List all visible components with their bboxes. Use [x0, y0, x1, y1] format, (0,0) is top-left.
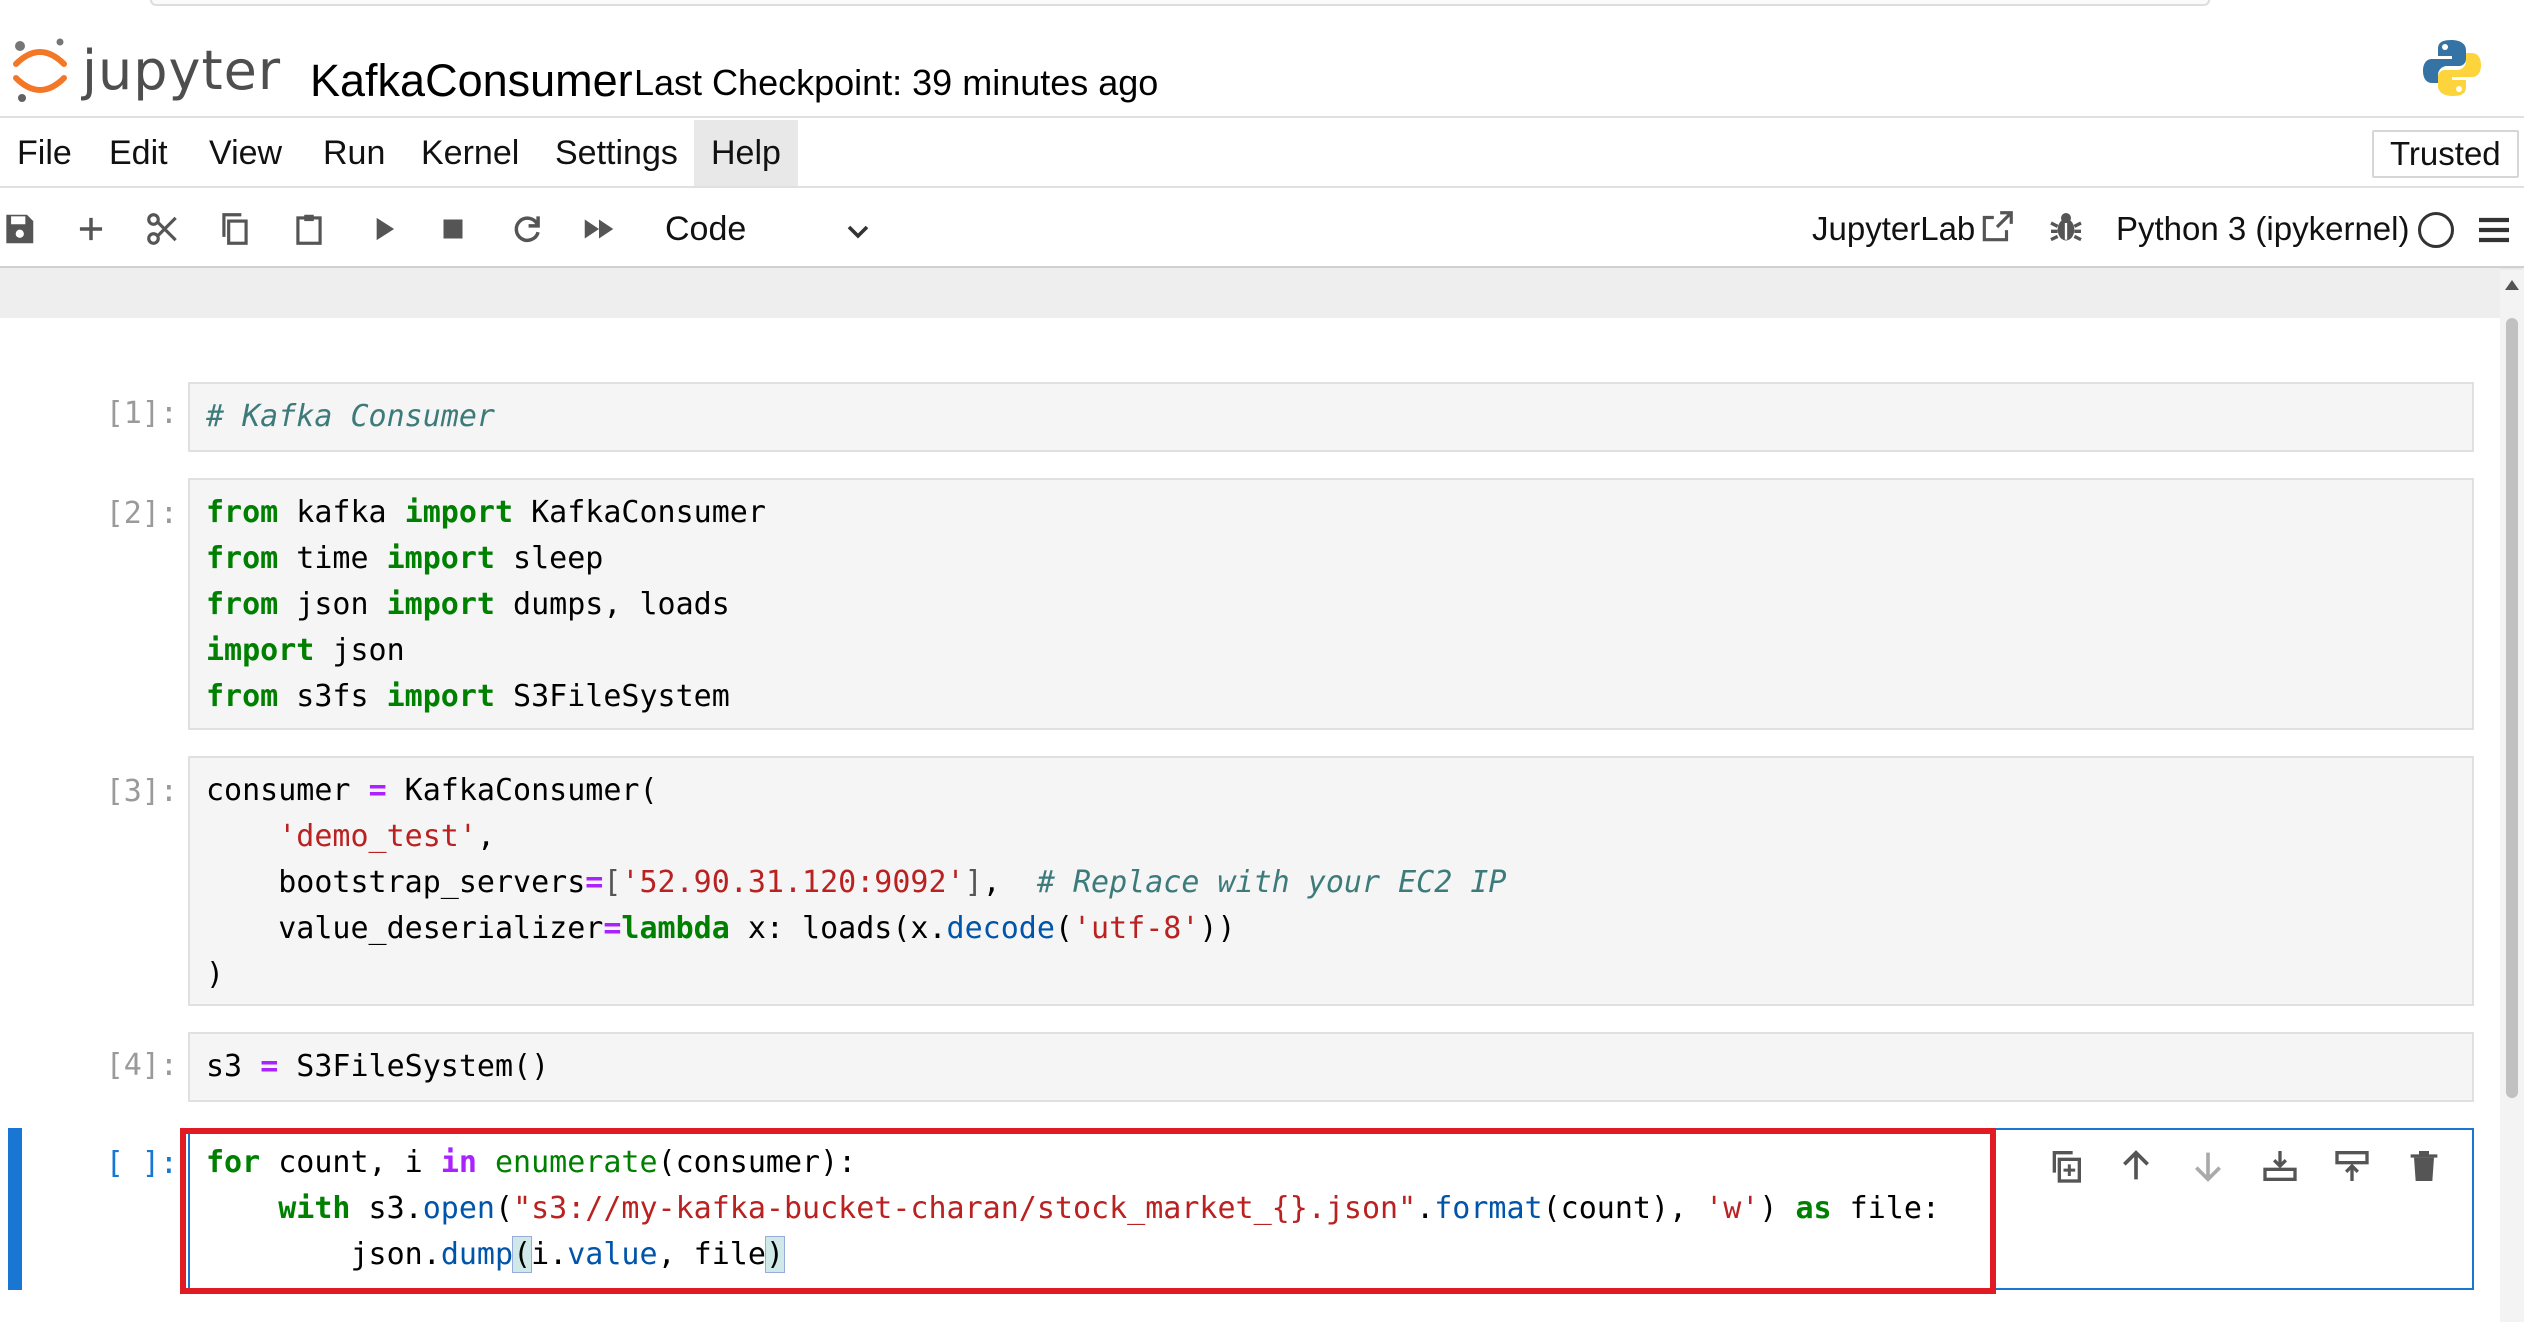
cell-prompt: [1]: [105, 396, 178, 431]
add-cell-icon [79, 217, 103, 241]
code-line: from time import sleep [206, 541, 604, 576]
notebook-top-band [0, 268, 2500, 318]
duplicate-cell-button[interactable] [2040, 1140, 2092, 1192]
run-icon [376, 217, 395, 241]
save-button[interactable] [0, 206, 42, 252]
kernel-status-idle-icon [2418, 212, 2454, 248]
code-line: 'demo_test', [278, 819, 495, 854]
code-line: from kafka import KafkaConsumer [206, 495, 766, 530]
run-button[interactable] [360, 206, 406, 252]
delete-cell-icon [2410, 1151, 2438, 1181]
chevron-down-icon [847, 225, 869, 239]
notebook-toolbar: Code JupyterLab Python 3 (ipykernel) [0, 190, 2524, 268]
cell-toolbar [2040, 1136, 2460, 1196]
restart-run-all-button[interactable] [576, 206, 622, 252]
jupyter-logo-text: jupyter [82, 38, 282, 102]
trusted-indicator[interactable]: Trusted [2372, 130, 2519, 178]
code-line: s3 = S3FileSystem() [206, 1049, 550, 1084]
stop-button[interactable] [430, 206, 476, 252]
last-checkpoint: Last Checkpoint: 39 minutes ago [634, 62, 1159, 103]
fast-forward-icon [584, 219, 614, 239]
paste-icon [296, 214, 322, 245]
menu-bar: File Edit View Run Kernel Settings Help … [0, 120, 2524, 188]
move-down-button[interactable] [2182, 1140, 2234, 1192]
code-line: from s3fs import S3FileSystem [206, 679, 730, 714]
paste-button[interactable] [286, 206, 332, 252]
duplicate-cell-icon [2052, 1151, 2081, 1183]
cell-prompt: [2]: [105, 496, 178, 531]
menu-kernel[interactable]: Kernel [404, 120, 536, 186]
cell-editor[interactable]: consumer = KafkaConsumer( 'demo_test', b… [188, 756, 2474, 1006]
insert-above-button[interactable] [2326, 1140, 2378, 1192]
move-up-icon [2123, 1150, 2149, 1180]
cell-editor[interactable]: from kafka import KafkaConsumer from tim… [188, 478, 2474, 730]
code-line: import json [206, 633, 405, 668]
move-down-icon [2195, 1152, 2221, 1182]
browser-top-strip [0, 0, 2524, 14]
notebook-title[interactable]: KafkaConsumer [310, 36, 633, 126]
code-line: # Kafka Consumer [206, 399, 495, 434]
code-line: ) [206, 957, 225, 992]
insert-above-icon [2335, 1151, 2369, 1181]
menu-settings[interactable]: Settings [538, 120, 695, 186]
copy-button[interactable] [212, 206, 258, 252]
restart-button[interactable] [504, 206, 550, 252]
delete-cell-button[interactable] [2398, 1140, 2450, 1192]
debugger-bug-icon[interactable] [2046, 208, 2086, 248]
code-line: json.dump(i.value, file) [206, 1236, 786, 1273]
cell-prompt: [ ]: [105, 1146, 178, 1181]
jupyter-logo-icon [13, 38, 67, 102]
insert-below-icon [2263, 1151, 2297, 1181]
move-up-button[interactable] [2110, 1140, 2162, 1192]
menu-run[interactable]: Run [306, 120, 402, 186]
code-line: from json import dumps, loads [206, 587, 730, 622]
cell-prompt: [3]: [105, 774, 178, 809]
copy-icon [222, 213, 248, 245]
menu-file[interactable]: File [0, 120, 89, 186]
external-link-icon[interactable] [1978, 208, 2016, 246]
code-line: bootstrap_servers=['52.90.31.120:9092'],… [206, 865, 1507, 900]
kernel-name[interactable]: Python 3 (ipykernel) [2116, 196, 2409, 262]
code-line: consumer = KafkaConsumer( [206, 773, 658, 808]
insert-below-button[interactable] [2254, 1140, 2306, 1192]
notebook-header: jupyter KafkaConsumer Last Checkpoint: 3… [0, 14, 2524, 118]
cell-editor[interactable]: s3 = S3FileSystem() [188, 1032, 2474, 1102]
save-icon [6, 214, 34, 244]
cell-editor[interactable]: # Kafka Consumer [188, 382, 2474, 452]
scrollbar-thumb[interactable] [2506, 318, 2518, 1098]
stop-icon [443, 219, 463, 239]
cut-icon [147, 213, 177, 245]
menu-help[interactable]: Help [694, 120, 798, 186]
scroll-up-icon[interactable] [2505, 280, 2519, 290]
address-bar-edge [150, 0, 2210, 6]
cell-type-select[interactable]: Code [665, 196, 880, 262]
code-line: value_deserializer=lambda x: loads(x.dec… [206, 911, 1236, 946]
restart-icon [514, 216, 540, 243]
add-cell-button[interactable] [68, 206, 114, 252]
menu-view[interactable]: View [192, 120, 299, 186]
open-jupyterlab-link[interactable]: JupyterLab [1812, 196, 1975, 262]
cut-button[interactable] [140, 206, 186, 252]
jupyter-logo[interactable]: jupyter [10, 28, 280, 112]
cell-prompt: [4]: [105, 1048, 178, 1083]
menu-edit[interactable]: Edit [92, 120, 185, 186]
python-logo-icon [2420, 36, 2484, 105]
menu-hamburger-icon[interactable] [2474, 210, 2514, 250]
cell-type-value: Code [665, 210, 747, 248]
